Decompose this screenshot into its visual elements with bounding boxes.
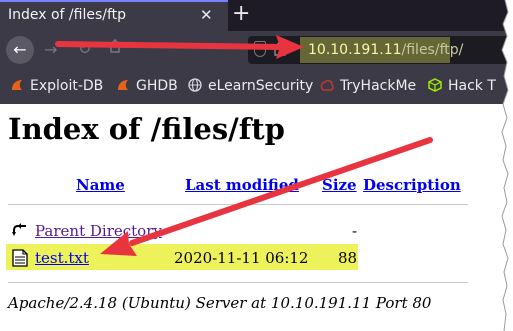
file-link-test-txt[interactable]: test.txt — [35, 249, 89, 267]
bookmarks-toolbar: Exploit-DB GHDB eLearnSecurity TryHackMe… — [0, 69, 513, 105]
bookmark-tryhackme[interactable]: TryHackMe — [320, 78, 416, 94]
tab-title: Index of /files/ftp — [8, 7, 127, 23]
page-title: Index of /files/ftp — [8, 112, 285, 146]
ghdb-icon — [118, 80, 128, 90]
parent-directory-link[interactable]: Parent Directory — [35, 222, 162, 240]
directory-listing-page: Index of /files/ftp Name Last modified S… — [0, 104, 513, 331]
home-button[interactable] — [108, 38, 122, 57]
bookmark-ghdb[interactable]: GHDB — [116, 78, 178, 94]
reload-button[interactable]: ↻ — [78, 39, 91, 58]
column-size-sort[interactable]: Size — [322, 176, 357, 194]
text-file-icon — [12, 249, 28, 267]
hackthebox-icon — [428, 78, 442, 92]
back-button[interactable]: ← — [6, 36, 34, 64]
home-icon — [108, 38, 122, 53]
exploit-db-icon — [12, 80, 22, 90]
torn-edge-decoration — [501, 0, 513, 331]
divider — [8, 204, 468, 205]
address-bar[interactable]: 10.10.191.11/files/ftp/ — [248, 36, 513, 64]
url-text[interactable]: 10.10.191.11/files/ftp/ — [308, 42, 463, 58]
bookmark-label: TryHackMe — [340, 78, 417, 94]
bookmark-elearnsecurity[interactable]: eLearnSecurity — [188, 78, 313, 94]
file-size: 88 — [338, 249, 358, 267]
tab-active[interactable]: Index of /files/ftp ✕ — [0, 0, 228, 31]
column-name-sort[interactable]: Name — [76, 176, 125, 194]
divider — [8, 282, 468, 283]
tab-bar: Index of /files/ftp ✕ + — [0, 0, 513, 31]
url-path: /files/ftp/ — [401, 42, 464, 58]
forward-button[interactable]: → — [44, 40, 57, 59]
close-tab-icon[interactable]: ✕ — [200, 6, 213, 24]
navigation-toolbar: ← → ↻ 10.10.191.11/files/ftp/ — [0, 31, 513, 69]
back-folder-icon — [12, 223, 26, 236]
bookmark-label: GHDB — [136, 78, 178, 94]
new-tab-icon[interactable]: + — [232, 1, 250, 26]
bookmark-label: eLearnSecurity — [208, 78, 314, 94]
tryhackme-icon — [320, 79, 334, 91]
column-last-modified-sort[interactable]: Last modified — [185, 176, 299, 194]
bookmark-exploit-db[interactable]: Exploit-DB — [10, 78, 103, 94]
bookmark-hackthebox[interactable]: Hack T — [428, 78, 496, 94]
column-description-sort[interactable]: Description — [363, 176, 461, 194]
bookmark-label: Exploit-DB — [30, 78, 104, 94]
tracking-shield-icon[interactable] — [254, 41, 266, 57]
bookmark-label: Hack T — [448, 78, 496, 94]
file-last-modified: 2020-11-11 06:12 — [174, 249, 309, 267]
globe-icon — [188, 78, 202, 92]
parent-directory-size: - — [352, 222, 358, 240]
server-signature: Apache/2.4.18 (Ubuntu) Server at 10.10.1… — [8, 294, 432, 312]
url-host: 10.10.191.11 — [308, 42, 402, 58]
insecure-connection-icon[interactable] — [274, 42, 286, 59]
